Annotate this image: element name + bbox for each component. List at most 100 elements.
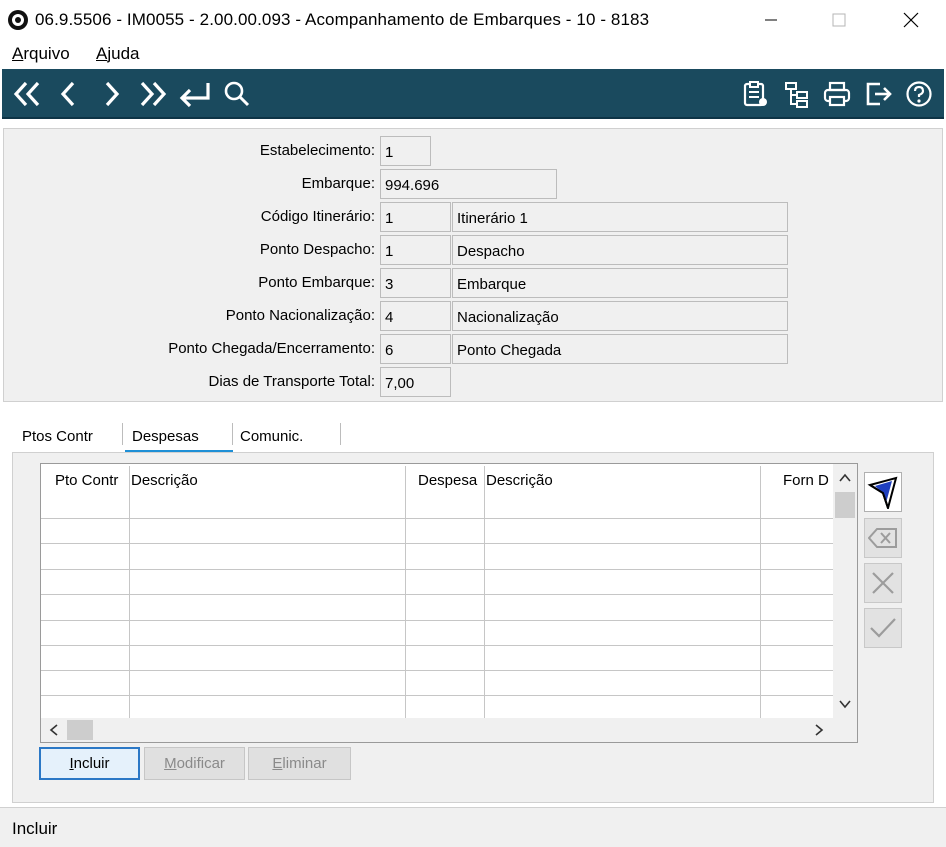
column-header-pto-contr[interactable]: Pto Contr — [55, 472, 118, 489]
next-record-icon — [105, 81, 120, 107]
status-text: Incluir — [12, 819, 58, 838]
column-header-forn[interactable]: Forn D — [783, 472, 829, 489]
clipboard-list-icon — [743, 81, 767, 107]
filter-button[interactable] — [864, 472, 902, 512]
codigo-itinerario-field[interactable]: 1 — [380, 202, 451, 232]
close-icon — [903, 12, 919, 28]
dias-transporte-label: Dias de Transporte Total: — [208, 373, 375, 390]
print-button[interactable] — [820, 77, 854, 111]
toolbar — [2, 69, 944, 119]
ponto-despacho-label: Ponto Despacho: — [259, 241, 375, 258]
minimize-button[interactable] — [748, 0, 794, 40]
modificar-mnemonic: M — [164, 755, 177, 772]
column-divider — [760, 466, 761, 718]
search-button[interactable] — [220, 77, 254, 111]
tab-ptos-contr[interactable]: Ptos Contr — [22, 428, 93, 445]
column-divider — [484, 466, 485, 718]
hierarchy-button[interactable] — [780, 77, 814, 111]
ponto-nacionalizacao-desc: Nacionalização — [452, 301, 788, 331]
scroll-left-icon[interactable] — [44, 720, 64, 740]
last-record-icon — [140, 81, 167, 107]
codigo-itinerario-label: Código Itinerário: — [260, 208, 375, 225]
scroll-right-icon[interactable] — [809, 720, 829, 740]
horizontal-scrollbar[interactable] — [41, 718, 857, 742]
clear-icon — [868, 528, 897, 548]
tab-despesas[interactable]: Despesas — [132, 428, 199, 445]
ponto-embarque-field[interactable]: 3 — [380, 268, 451, 298]
ponto-despacho-desc: Despacho — [452, 235, 788, 265]
ponto-chegada-desc: Ponto Chegada — [452, 334, 788, 364]
eliminar-mnemonic: E — [272, 755, 283, 772]
first-record-button[interactable] — [10, 77, 44, 111]
menu-arquivo[interactable]: Arquivo — [12, 44, 70, 64]
filter-icon — [867, 476, 898, 509]
app-logo-icon — [8, 10, 28, 30]
menu-ajuda-mnemonic: A — [96, 44, 108, 63]
estabelecimento-label: Estabelecimento: — [259, 142, 375, 159]
dias-transporte-field[interactable]: 7,00 — [380, 367, 451, 397]
column-header-despesa[interactable]: Despesa — [418, 472, 477, 489]
scroll-up-icon[interactable] — [835, 468, 855, 488]
confirm-button[interactable] — [864, 608, 902, 648]
menu-ajuda-label: juda — [107, 44, 140, 63]
despesas-grid[interactable]: Pto Contr Descrição Despesa Descrição Fo… — [40, 463, 858, 743]
tab-separator — [340, 423, 341, 445]
incluir-button[interactable]: Incluir — [39, 747, 140, 780]
help-button[interactable] — [902, 77, 936, 111]
tab-separator — [122, 423, 123, 445]
hierarchy-icon — [785, 82, 808, 108]
horizontal-scroll-thumb[interactable] — [67, 720, 93, 740]
previous-record-button[interactable] — [52, 77, 86, 111]
goto-button[interactable] — [178, 77, 212, 111]
eliminar-button[interactable]: Eliminar — [248, 747, 351, 780]
grid-row-line — [41, 620, 833, 621]
grid-row-line — [41, 594, 833, 595]
ponto-despacho-field[interactable]: 1 — [380, 235, 451, 265]
vertical-scroll-thumb[interactable] — [835, 492, 855, 518]
vertical-scrollbar[interactable] — [833, 464, 857, 718]
first-record-icon — [13, 81, 40, 107]
column-divider — [405, 466, 406, 718]
modificar-label: odificar — [176, 755, 225, 772]
embarque-label: Embarque: — [301, 175, 375, 192]
ponto-embarque-desc: Embarque — [452, 268, 788, 298]
maximize-icon — [832, 13, 846, 27]
cancel-button[interactable] — [864, 563, 902, 603]
goto-return-icon — [179, 83, 210, 108]
scroll-down-icon[interactable] — [835, 694, 855, 714]
grid-row-line — [41, 543, 833, 544]
grid-row-line — [41, 670, 833, 671]
grid-row-line — [41, 695, 833, 696]
exit-button[interactable] — [862, 77, 896, 111]
clipboard-button[interactable] — [738, 77, 772, 111]
minimize-icon — [765, 19, 777, 21]
grid-row-line — [41, 518, 833, 519]
cancel-icon — [872, 572, 894, 594]
next-record-button[interactable] — [94, 77, 128, 111]
embarque-field[interactable]: 994.696 — [380, 169, 557, 199]
help-icon — [906, 81, 932, 107]
grid-row-line — [41, 569, 833, 570]
column-header-descricao[interactable]: Descrição — [131, 472, 198, 489]
last-record-button[interactable] — [136, 77, 170, 111]
clear-filter-button[interactable] — [864, 518, 902, 558]
ponto-nacionalizacao-field[interactable]: 4 — [380, 301, 451, 331]
column-header-descricao-despesa[interactable]: Descrição — [486, 472, 553, 489]
estabelecimento-field[interactable]: 1 — [380, 136, 431, 166]
eliminar-label: liminar — [282, 755, 327, 772]
tab-separator — [232, 423, 233, 445]
modificar-button[interactable]: Modificar — [144, 747, 245, 780]
grid-row-line — [41, 645, 833, 646]
search-icon — [224, 81, 250, 107]
window-title: 06.9.5506 - IM0055 - 2.00.00.093 - Acomp… — [35, 10, 650, 29]
ponto-nacionalizacao-label: Ponto Nacionalização: — [225, 307, 375, 324]
incluir-label: ncluir — [73, 755, 110, 772]
title-bar: 06.9.5506 - IM0055 - 2.00.00.093 - Acomp… — [0, 0, 946, 40]
codigo-itinerario-desc: Itinerário 1 — [452, 202, 788, 232]
exit-icon — [866, 82, 892, 106]
close-button[interactable] — [888, 0, 934, 40]
tab-comunic[interactable]: Comunic. — [240, 428, 303, 445]
maximize-button[interactable] — [816, 0, 862, 40]
menu-ajuda[interactable]: Ajuda — [96, 44, 139, 64]
ponto-chegada-field[interactable]: 6 — [380, 334, 451, 364]
